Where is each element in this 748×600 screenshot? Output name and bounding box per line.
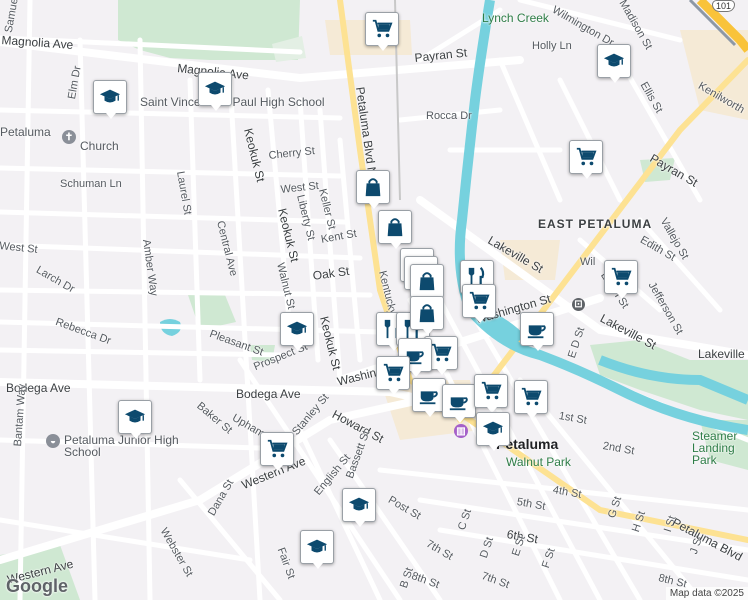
marker-pointer [211, 105, 221, 111]
map-attribution[interactable]: Map data ©2025 [665, 587, 748, 600]
google-logo: Google [6, 576, 68, 596]
cafe-icon [448, 390, 470, 412]
marker-pointer [106, 113, 116, 119]
map-marker-cafe[interactable] [412, 378, 446, 417]
map-marker-grocery[interactable] [569, 140, 603, 179]
graduation-cap-icon [286, 318, 308, 340]
cafe-icon [526, 318, 548, 340]
marker-pointer [617, 293, 627, 299]
road-label-rocca-dr: Rocca Dr [426, 110, 472, 122]
map-marker-store[interactable] [356, 170, 390, 209]
map-marker-grocery[interactable] [462, 284, 496, 323]
map-marker-school[interactable] [118, 400, 152, 439]
shopping-cart-icon [575, 146, 597, 168]
park-label-walnut-park: Walnut Park [506, 455, 571, 469]
marker-pointer [391, 243, 401, 249]
map-marker-school[interactable] [597, 44, 631, 83]
marker-pointer [423, 329, 433, 335]
map-marker-grocery[interactable] [514, 380, 548, 419]
marker-pointer [455, 417, 465, 423]
graduation-cap-icon [348, 494, 370, 516]
museum-icon: ▥ [454, 424, 468, 438]
graduation-cap-icon [204, 78, 226, 100]
marker-pointer [527, 413, 537, 419]
church-label-petaluma: Petaluma [0, 125, 51, 139]
shopping-cart-icon [610, 266, 632, 288]
marker-pointer [489, 445, 499, 451]
marker-pointer [131, 433, 141, 439]
road-label-lakeville: Lakeville [698, 347, 745, 361]
school-label-st-vincent: Saint Vincent De Paul High School [140, 95, 325, 109]
map-marker-school[interactable] [342, 488, 376, 527]
shopping-bag-icon [384, 216, 406, 238]
school-poi-icon: ◒ [46, 434, 60, 448]
road-label-bodega-ave-2: Bodega Ave [236, 387, 301, 401]
shopping-bag-icon [416, 302, 438, 324]
map-marker-cafe[interactable] [520, 312, 554, 351]
map-marker-store[interactable] [410, 264, 444, 303]
main-streets [0, 38, 748, 564]
marker-pointer [369, 203, 379, 209]
graduation-cap-icon [482, 418, 504, 440]
marker-pointer [437, 369, 447, 375]
map-marker-grocery[interactable] [376, 356, 410, 395]
marker-pointer [425, 411, 435, 417]
marker-pointer [313, 563, 323, 569]
shopping-cart-icon [371, 18, 393, 40]
road-label-holly-ln: Holly Ln [532, 40, 572, 52]
shopping-cart-icon [382, 362, 404, 384]
area-label-east-petaluma: EAST PETALUMA [538, 217, 653, 231]
marker-pointer [273, 465, 283, 471]
shopping-bag-icon [362, 176, 384, 198]
shopping-cart-icon [520, 386, 542, 408]
graduation-cap-icon [306, 536, 328, 558]
cafe-icon [418, 384, 440, 406]
road-label-wilson: Wil [580, 256, 596, 268]
map-marker-grocery[interactable] [474, 374, 508, 413]
shopping-cart-icon [266, 438, 288, 460]
marker-pointer [293, 345, 303, 351]
map-marker-store[interactable] [378, 210, 412, 249]
highway-shield-101: 101 [712, 0, 736, 12]
marker-pointer [378, 45, 388, 51]
map-marker-cafe[interactable] [442, 384, 476, 423]
church-label-suffix: Church [80, 139, 119, 153]
park-label-steamer-landing: Steamer Landing Park [692, 429, 738, 467]
marker-pointer [475, 317, 485, 323]
map-marker-store[interactable] [410, 296, 444, 335]
map-marker-grocery[interactable] [260, 432, 294, 471]
map-marker-school[interactable] [476, 412, 510, 451]
map-marker-grocery[interactable] [604, 260, 638, 299]
bus-stop-icon: ⊡ [572, 298, 585, 311]
shopping-bag-icon [416, 270, 438, 292]
map-marker-grocery[interactable] [365, 12, 399, 51]
marker-pointer [355, 521, 365, 527]
marker-pointer [411, 371, 421, 377]
road-label-schuman-ln: Schuman Ln [60, 178, 122, 190]
park-label-lynch-creek: Lynch Creek [482, 11, 549, 25]
marker-pointer [389, 389, 399, 395]
marker-pointer [533, 345, 543, 351]
map-marker-school[interactable] [93, 80, 127, 119]
map-canvas[interactable]: Samuel Magnolia Ave Magnolia Ave Elm Dr … [0, 0, 748, 600]
shopping-cart-icon [468, 290, 490, 312]
marker-pointer [582, 173, 592, 179]
shopping-cart-icon [430, 342, 452, 364]
school-label-petaluma-junior: Petaluma Junior High School [64, 433, 179, 459]
map-marker-school[interactable] [300, 530, 334, 569]
map-marker-school[interactable] [198, 72, 232, 111]
graduation-cap-icon [603, 50, 625, 72]
shopping-cart-icon [480, 380, 502, 402]
marker-pointer [610, 77, 620, 83]
graduation-cap-icon [99, 86, 121, 108]
graduation-cap-icon [124, 406, 146, 428]
map-marker-school[interactable] [280, 312, 314, 351]
church-icon: ✝ [62, 130, 76, 144]
